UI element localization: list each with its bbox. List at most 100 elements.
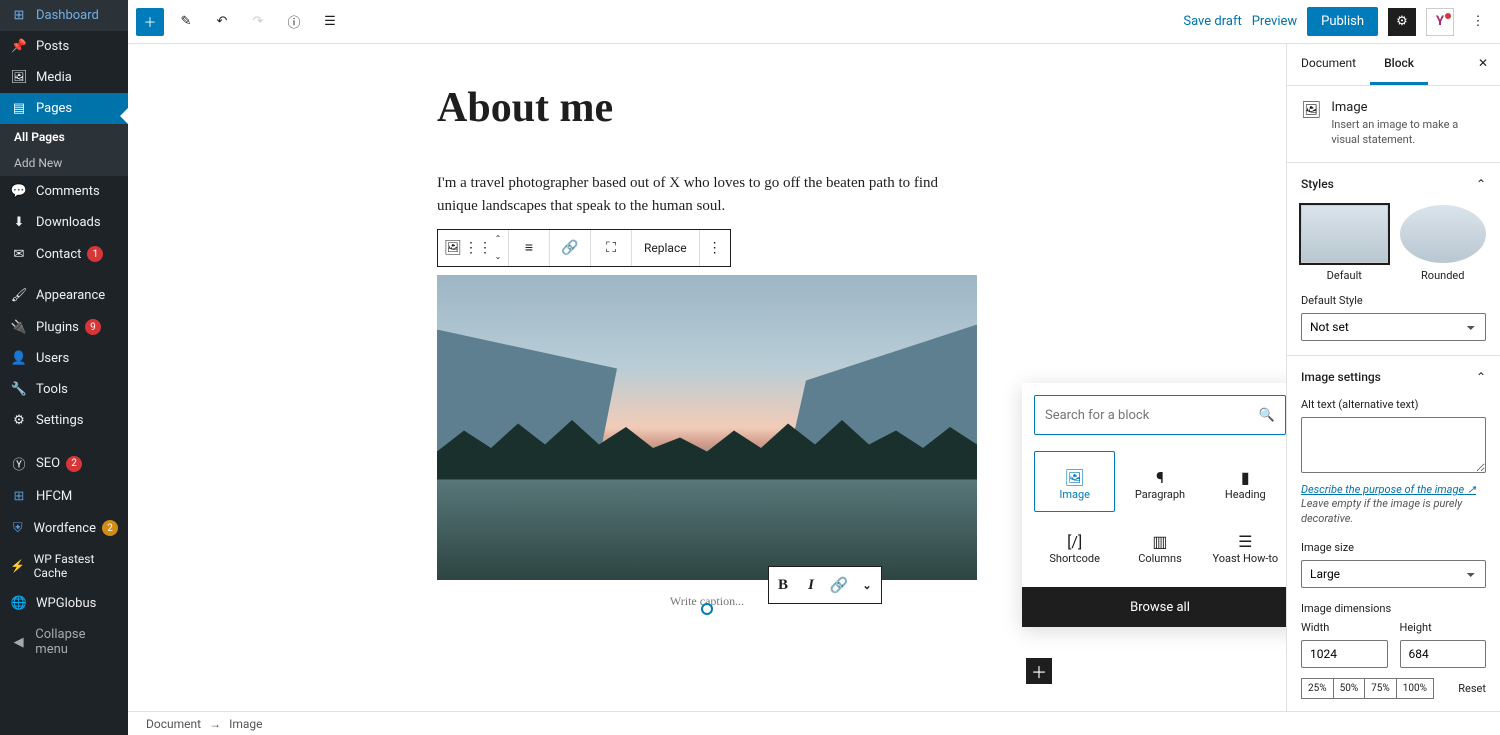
inserter-item-shortcode[interactable]: [/]Shortcode [1034,516,1115,575]
pct-75-button[interactable]: 75% [1364,678,1397,699]
inserter-item-heading[interactable]: ▮Heading [1205,451,1286,512]
italic-button[interactable]: I [797,567,825,603]
menu-pages[interactable]: ▤Pages [0,93,128,124]
block-more-button[interactable]: ⋮ [700,230,730,266]
submenu-add-new[interactable]: Add New [0,150,128,176]
replace-button[interactable]: Replace [632,230,699,266]
sliders-icon: ⚙ [10,413,28,428]
menu-dashboard[interactable]: ⊞Dashboard [0,0,128,31]
more-options-button[interactable]: ⋮ [1464,8,1492,36]
page-title[interactable]: About me [437,84,977,132]
styles-panel-toggle[interactable]: Styles⌃ [1287,163,1500,205]
menu-wpfc[interactable]: ⚡WP Fastest Cache [0,544,128,588]
info-button[interactable]: ⓘ [280,8,308,36]
external-icon: ↗ [1467,483,1476,496]
image-icon: 🖼 [444,240,462,256]
menu-contact[interactable]: ✉Contact1 [0,238,128,270]
plus-icon: ＋ [1031,659,1047,683]
media-icon: 🖼 [10,70,28,85]
pct-100-button[interactable]: 100% [1396,678,1434,699]
menu-downloads[interactable]: ⬇Downloads [0,207,128,238]
menu-wordfence[interactable]: ⛨Wordfence2 [0,512,128,544]
settings-toggle-button[interactable]: ⚙ [1388,8,1416,36]
tab-document[interactable]: Document [1287,44,1370,85]
link-button[interactable]: 🔗 [550,230,590,266]
editor-canvas[interactable]: About me I'm a travel photographer based… [128,44,1286,711]
reset-dimensions-button[interactable]: Reset [1458,682,1486,695]
pct-50-button[interactable]: 50% [1333,678,1366,699]
menu-hfcm[interactable]: ⊞HFCM [0,481,128,512]
page-paragraph[interactable]: I'm a travel photographer based out of X… [437,172,977,219]
list-icon: ☰ [1238,530,1252,552]
download-icon: ⬇ [10,215,28,230]
menu-users[interactable]: 👤Users [0,343,128,374]
hfcm-icon: ⊞ [10,489,28,504]
inserter-item-columns[interactable]: ▥Columns [1119,516,1200,575]
browse-all-button[interactable]: Browse all [1022,587,1286,627]
redo-button[interactable]: ↷ [244,8,272,36]
link-inline-button[interactable]: 🔗 [825,567,853,603]
menu-settings[interactable]: ⚙Settings [0,405,128,436]
menu-posts[interactable]: 📌Posts [0,31,128,62]
move-up-button[interactable]: ⌃ [488,230,508,248]
editor-topbar: ＋ ✎ ↶ ↷ ⓘ ☰ Save draft Preview Publish ⚙… [128,0,1500,44]
inserter-item-image[interactable]: 🖼Image [1034,451,1115,512]
pct-25-button[interactable]: 25% [1301,678,1334,699]
align-button[interactable]: ≡ [509,230,549,266]
heading-icon: ▮ [1241,466,1250,488]
collapse-menu[interactable]: ◀Collapse menu [0,619,128,665]
pin-icon: 📌 [10,39,28,54]
kebab-icon: ⋮ [708,240,722,256]
yoast-button[interactable]: Y [1426,8,1454,36]
undo-button[interactable]: ↶ [208,8,236,36]
brush-icon: 🖌 [10,288,28,303]
move-down-button[interactable]: ⌄ [488,248,508,266]
style-default[interactable]: Default [1301,205,1388,282]
image-icon: 🖼 [1301,100,1321,148]
crop-button[interactable]: ⛶ [591,230,631,266]
width-input[interactable] [1301,640,1388,668]
add-block-button[interactable]: ＋ [136,8,164,36]
chevron-up-icon: ⌃ [495,234,502,243]
close-sidebar-button[interactable]: ✕ [1466,44,1500,85]
submenu-all-pages[interactable]: All Pages [0,124,128,150]
preview-button[interactable]: Preview [1252,14,1297,29]
image-size-select[interactable]: Large [1301,560,1486,588]
alt-text-input[interactable] [1301,417,1486,473]
breadcrumb-image[interactable]: Image [229,717,262,731]
inserter-item-paragraph[interactable]: ¶Paragraph [1119,451,1200,512]
user-icon: 👤 [10,351,28,366]
edit-mode-button[interactable]: ✎ [172,8,200,36]
plug-icon: 🔌 [10,320,28,335]
menu-comments[interactable]: 💬Comments [0,176,128,207]
style-rounded[interactable]: Rounded [1400,205,1487,282]
bold-button[interactable]: B [769,567,797,603]
inserter-item-yoast[interactable]: ☰Yoast How-to [1205,516,1286,575]
publish-button[interactable]: Publish [1307,7,1378,36]
default-style-select[interactable]: Not set [1301,313,1486,341]
block-toolbar: 🖼 ⋮⋮ ⌃ ⌄ ≡ 🔗 ⛶ Replace ⋮ [437,229,731,267]
image-block[interactable]: Write caption... [437,275,977,609]
image-size-label: Image size [1301,541,1486,554]
outline-button[interactable]: ☰ [316,8,344,36]
search-input[interactable] [1045,408,1259,423]
alt-help-link[interactable]: Describe the purpose of the image ↗ [1301,483,1476,496]
image-settings-panel-toggle[interactable]: Image settings⌃ [1287,356,1500,398]
height-input[interactable] [1400,640,1487,668]
menu-wpglobus[interactable]: 🌐WPGlobus [0,588,128,619]
menu-seo[interactable]: ⓎSEO2 [0,446,128,481]
menu-appearance[interactable]: 🖌Appearance [0,280,128,311]
tab-block[interactable]: Block [1370,44,1428,85]
resize-handle[interactable] [701,603,713,615]
gear-icon: ⚙ [1396,14,1408,29]
save-draft-button[interactable]: Save draft [1183,14,1241,29]
breadcrumb-document[interactable]: Document [146,717,201,731]
format-more-button[interactable]: ⌄ [853,567,881,603]
menu-plugins[interactable]: 🔌Plugins9 [0,311,128,343]
chevron-up-icon: ⌃ [1476,370,1486,384]
dashboard-icon: ⊞ [10,8,28,23]
menu-tools[interactable]: 🔧Tools [0,374,128,405]
add-block-inline-button[interactable]: ＋ [1026,658,1052,684]
menu-media[interactable]: 🖼Media [0,62,128,93]
block-drag-handle[interactable]: ⋮⋮ [468,230,488,266]
